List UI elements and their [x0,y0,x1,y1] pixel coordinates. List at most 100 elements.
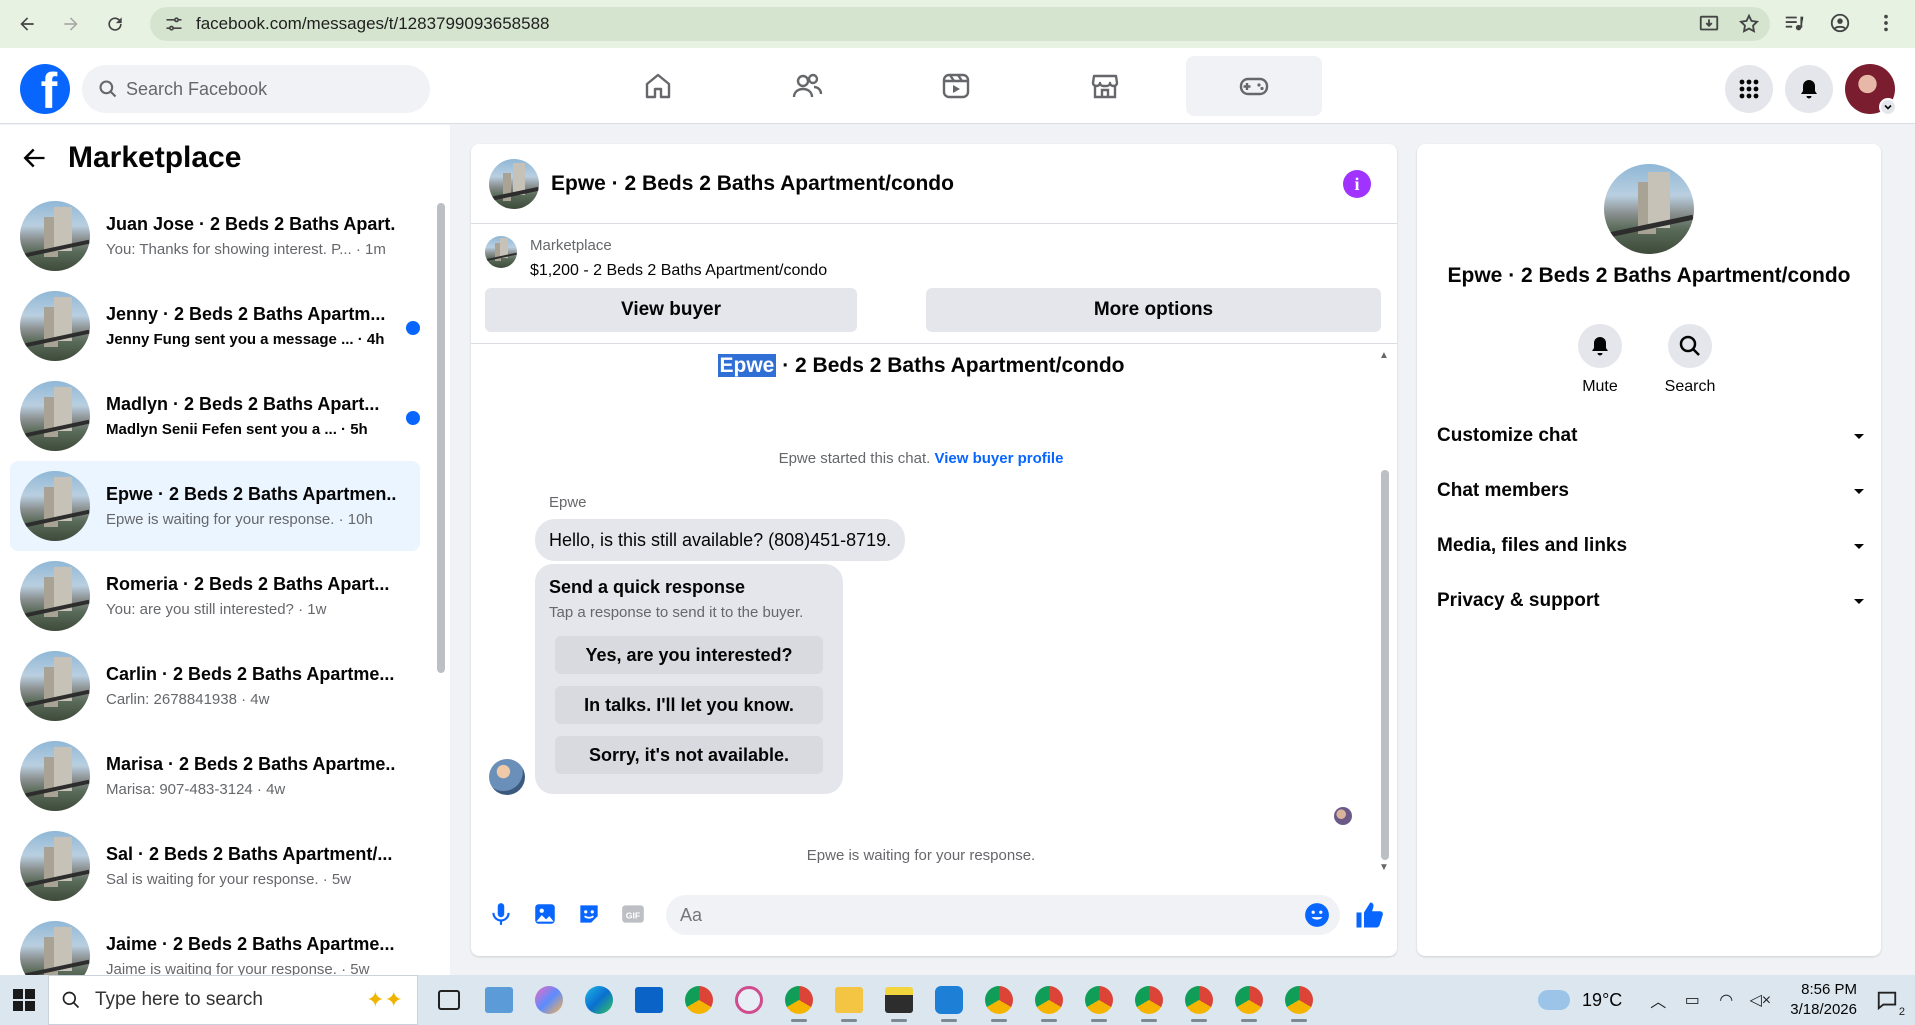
meet-icon[interactable]: ▭ [1678,986,1706,1014]
quick-response-talks-button[interactable]: In talks. I'll let you know. [555,686,823,724]
facebook-logo-icon[interactable]: f [20,64,70,114]
view-buyer-profile-link[interactable]: View buyer profile [934,450,1063,467]
chrome-profile-icon[interactable] [1024,975,1074,1025]
list-item[interactable]: Juan Jose · 2 Beds 2 Baths Apart... You: … [10,191,420,281]
task-view-icon[interactable] [424,975,474,1025]
chrome-profile-icon[interactable] [774,975,824,1025]
conversation-preview: You: Thanks for showing interest. P... ·… [106,241,386,258]
media-control-icon[interactable] [1783,12,1805,34]
photo-icon[interactable] [531,900,559,928]
conversation-preview: You: are you still interested? · 1w [106,601,327,618]
chevron-up-icon[interactable]: ︿ [1644,986,1672,1014]
listing-price[interactable]: $1,200 - 2 Beds 2 Baths Apartment/condo [530,262,827,280]
list-item-active[interactable]: Epwe · 2 Beds 2 Baths Apartmen... Epwe is… [10,461,420,551]
chrome-profile-icon[interactable] [1124,975,1174,1025]
privacy-support-row[interactable]: Privacy & support [1437,573,1867,628]
address-bar[interactable]: facebook.com/messages/t/1283799093658588 [150,7,1770,41]
info-icon[interactable]: i [1343,170,1371,198]
listing-thumbnail[interactable] [485,236,517,268]
chat-title[interactable]: Epwe · 2 Beds 2 Baths Apartment/condo [551,172,954,196]
bookmark-star-icon[interactable] [1738,13,1760,35]
profile-icon[interactable] [1829,12,1851,34]
quick-response-yes-button[interactable]: Yes, are you interested? [555,636,823,674]
sidebar-scrollbar[interactable] [437,203,445,673]
nav-video[interactable] [888,56,1024,116]
view-buyer-button[interactable]: View buyer [485,288,857,332]
scroll-down-icon[interactable]: ▼ [1379,862,1389,873]
list-item[interactable]: Sal · 2 Beds 2 Baths Apartment/... Sal is… [10,821,420,911]
back-arrow-icon[interactable] [20,144,48,172]
notification-count: 2 [1898,1006,1905,1018]
media-files-links-row[interactable]: Media, files and links [1437,518,1867,573]
sticky-notes-icon[interactable] [874,975,924,1025]
menu-grid-button[interactable] [1725,65,1773,113]
microphone-icon[interactable] [487,900,515,928]
message-input-box[interactable] [666,895,1340,935]
nav-gaming[interactable] [1186,56,1322,116]
chrome-profile-icon[interactable] [1224,975,1274,1025]
chevron-down-icon [1854,598,1864,604]
install-icon[interactable] [1698,13,1720,35]
chrome-profile-icon[interactable] [974,975,1024,1025]
photos-app-icon[interactable] [474,975,524,1025]
sticker-icon[interactable] [575,900,603,928]
marketplace-sidebar: Marketplace Juan Jose · 2 Beds 2 Baths A… [0,125,450,991]
list-item[interactable]: Jenny · 2 Beds 2 Baths Apartm... Jenny Fu… [10,281,420,371]
chrome-profile-icon[interactable] [1174,975,1224,1025]
chat-avatar[interactable] [489,158,539,209]
taskbar-search[interactable]: Type here to search ✦✦ [48,975,418,1025]
nav-marketplace[interactable] [1037,56,1173,116]
chrome-profile-icon[interactable] [1274,975,1324,1025]
scroll-up-icon[interactable]: ▲ [1379,350,1389,361]
snipping-tool-icon[interactable] [724,975,774,1025]
list-item[interactable]: Marisa · 2 Beds 2 Baths Apartme... Marisa… [10,731,420,821]
mute-button[interactable]: Mute [1577,324,1623,396]
info-avatar[interactable] [1604,164,1694,254]
search-chat-button[interactable]: Search [1665,324,1715,396]
list-item[interactable]: Madlyn · 2 Beds 2 Baths Apart... Madlyn S… [10,371,420,461]
notifications-button[interactable] [1785,65,1833,113]
notification-center-icon[interactable]: 2 [1873,986,1905,1018]
quick-response-unavailable-button[interactable]: Sorry, it's not available. [555,736,823,774]
reload-icon[interactable] [98,7,132,41]
site-info-icon[interactable] [164,14,184,34]
security-app-icon[interactable] [924,975,974,1025]
nav-friends[interactable] [739,56,875,116]
windows-start-icon[interactable] [0,975,48,1025]
customize-chat-row[interactable]: Customize chat [1437,408,1867,463]
sender-avatar[interactable] [489,759,525,795]
chrome-icon[interactable] [674,975,724,1025]
chrome-profile-icon[interactable] [1074,975,1124,1025]
weather-widget[interactable]: 19°C [1538,990,1622,1011]
chat-members-row[interactable]: Chat members [1437,463,1867,518]
menu-kebab-icon[interactable] [1875,12,1897,34]
volume-muted-icon[interactable]: ◁× [1746,986,1774,1014]
thumbs-up-icon[interactable] [1354,900,1384,930]
facebook-search[interactable] [82,65,430,113]
outlook-icon[interactable] [624,975,674,1025]
info-title: Epwe · 2 Beds 2 Baths Apartment/condo [1447,264,1851,287]
account-avatar[interactable] [1845,64,1897,116]
search-input[interactable] [126,78,406,100]
file-explorer-icon[interactable] [824,975,874,1025]
bell-icon [1801,80,1817,99]
taskbar-search-text: Type here to search [95,989,263,1010]
emoji-icon[interactable] [1304,902,1330,928]
message-input[interactable] [680,904,1260,926]
chat-scrollbar[interactable] [1381,470,1389,860]
nav-home[interactable] [590,56,726,116]
listing-thumbnail [20,651,90,721]
list-item[interactable]: Romeria · 2 Beds 2 Baths Apart... You: ar… [10,551,420,641]
edge-icon[interactable] [574,975,624,1025]
clock[interactable]: 8:56 PM 3/18/2026 [1790,980,1857,1020]
message-bubble[interactable]: Hello, is this still available? (808)451… [535,519,906,561]
chevron-down-icon [1879,98,1897,116]
copilot-icon[interactable] [524,975,574,1025]
wifi-icon[interactable]: ◠ [1712,986,1740,1014]
gif-icon[interactable]: GIF [619,900,647,928]
forward-icon[interactable] [54,7,88,41]
list-item[interactable]: Carlin · 2 Beds 2 Baths Apartme... Carlin… [10,641,420,731]
back-icon[interactable] [10,7,44,41]
more-options-button[interactable]: More options [926,288,1381,332]
svg-text:GIF: GIF [626,910,640,920]
